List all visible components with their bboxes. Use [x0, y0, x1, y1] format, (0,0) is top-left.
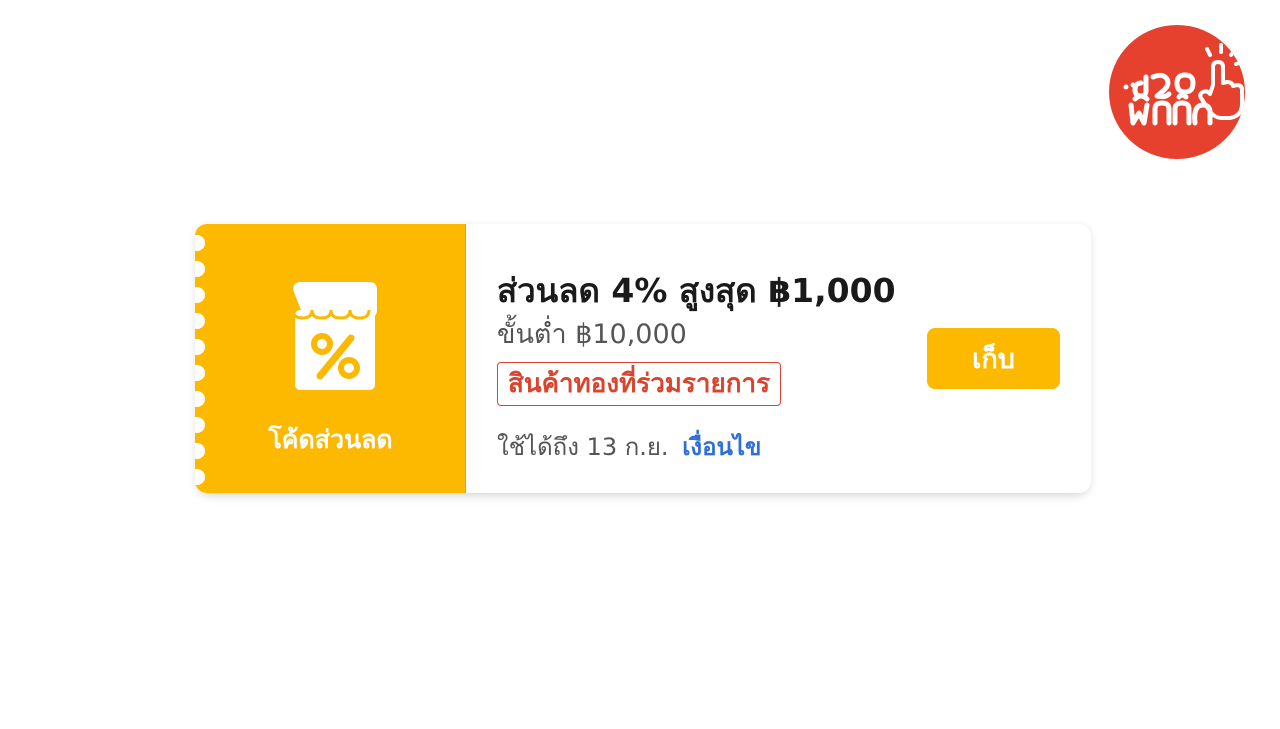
brand-logo [1109, 25, 1245, 159]
scallop-edge [195, 469, 205, 485]
shop-percent-icon [291, 282, 377, 390]
page: โค้ดส่วนลด ส่วนลด 4% สูงสุด ฿1,000 ขั้นต… [0, 0, 1280, 729]
coupon-eligibility-tag: สินค้าทองที่ร่วมรายการ [497, 362, 782, 406]
coupon-stub: โค้ดส่วนลด [195, 224, 466, 493]
coupon-min-spend: ขั้นต่ำ ฿10,000 [497, 319, 687, 350]
scallop-edge [195, 365, 205, 381]
collect-button[interactable]: เก็บ [927, 328, 1060, 389]
coupon-expiry: ใช้ได้ถึง 13 ก.ย. [497, 433, 669, 461]
coupon-details: ส่วนลด 4% สูงสุด ฿1,000 ขั้นต่ำ ฿10,000 … [497, 224, 1091, 493]
scallop-edge [195, 339, 205, 355]
scallop-edge [195, 391, 205, 407]
scallop-edge [195, 235, 205, 251]
coupon-type-label: โค้ดส่วนลด [268, 425, 393, 454]
coupon-card: โค้ดส่วนลด ส่วนลด 4% สูงสุด ฿1,000 ขั้นต… [195, 224, 1091, 493]
terms-link[interactable]: เงื่อนไข [682, 433, 761, 461]
brand-logo-graphic [1123, 43, 1245, 126]
coupon-validity-row: ใช้ได้ถึง 13 ก.ย. เงื่อนไข [497, 427, 761, 466]
scallop-edge [195, 287, 205, 303]
scallop-edge [195, 261, 205, 277]
scallop-edge [195, 313, 205, 329]
coupon-title: ส่วนลด 4% สูงสุด ฿1,000 [497, 271, 896, 310]
